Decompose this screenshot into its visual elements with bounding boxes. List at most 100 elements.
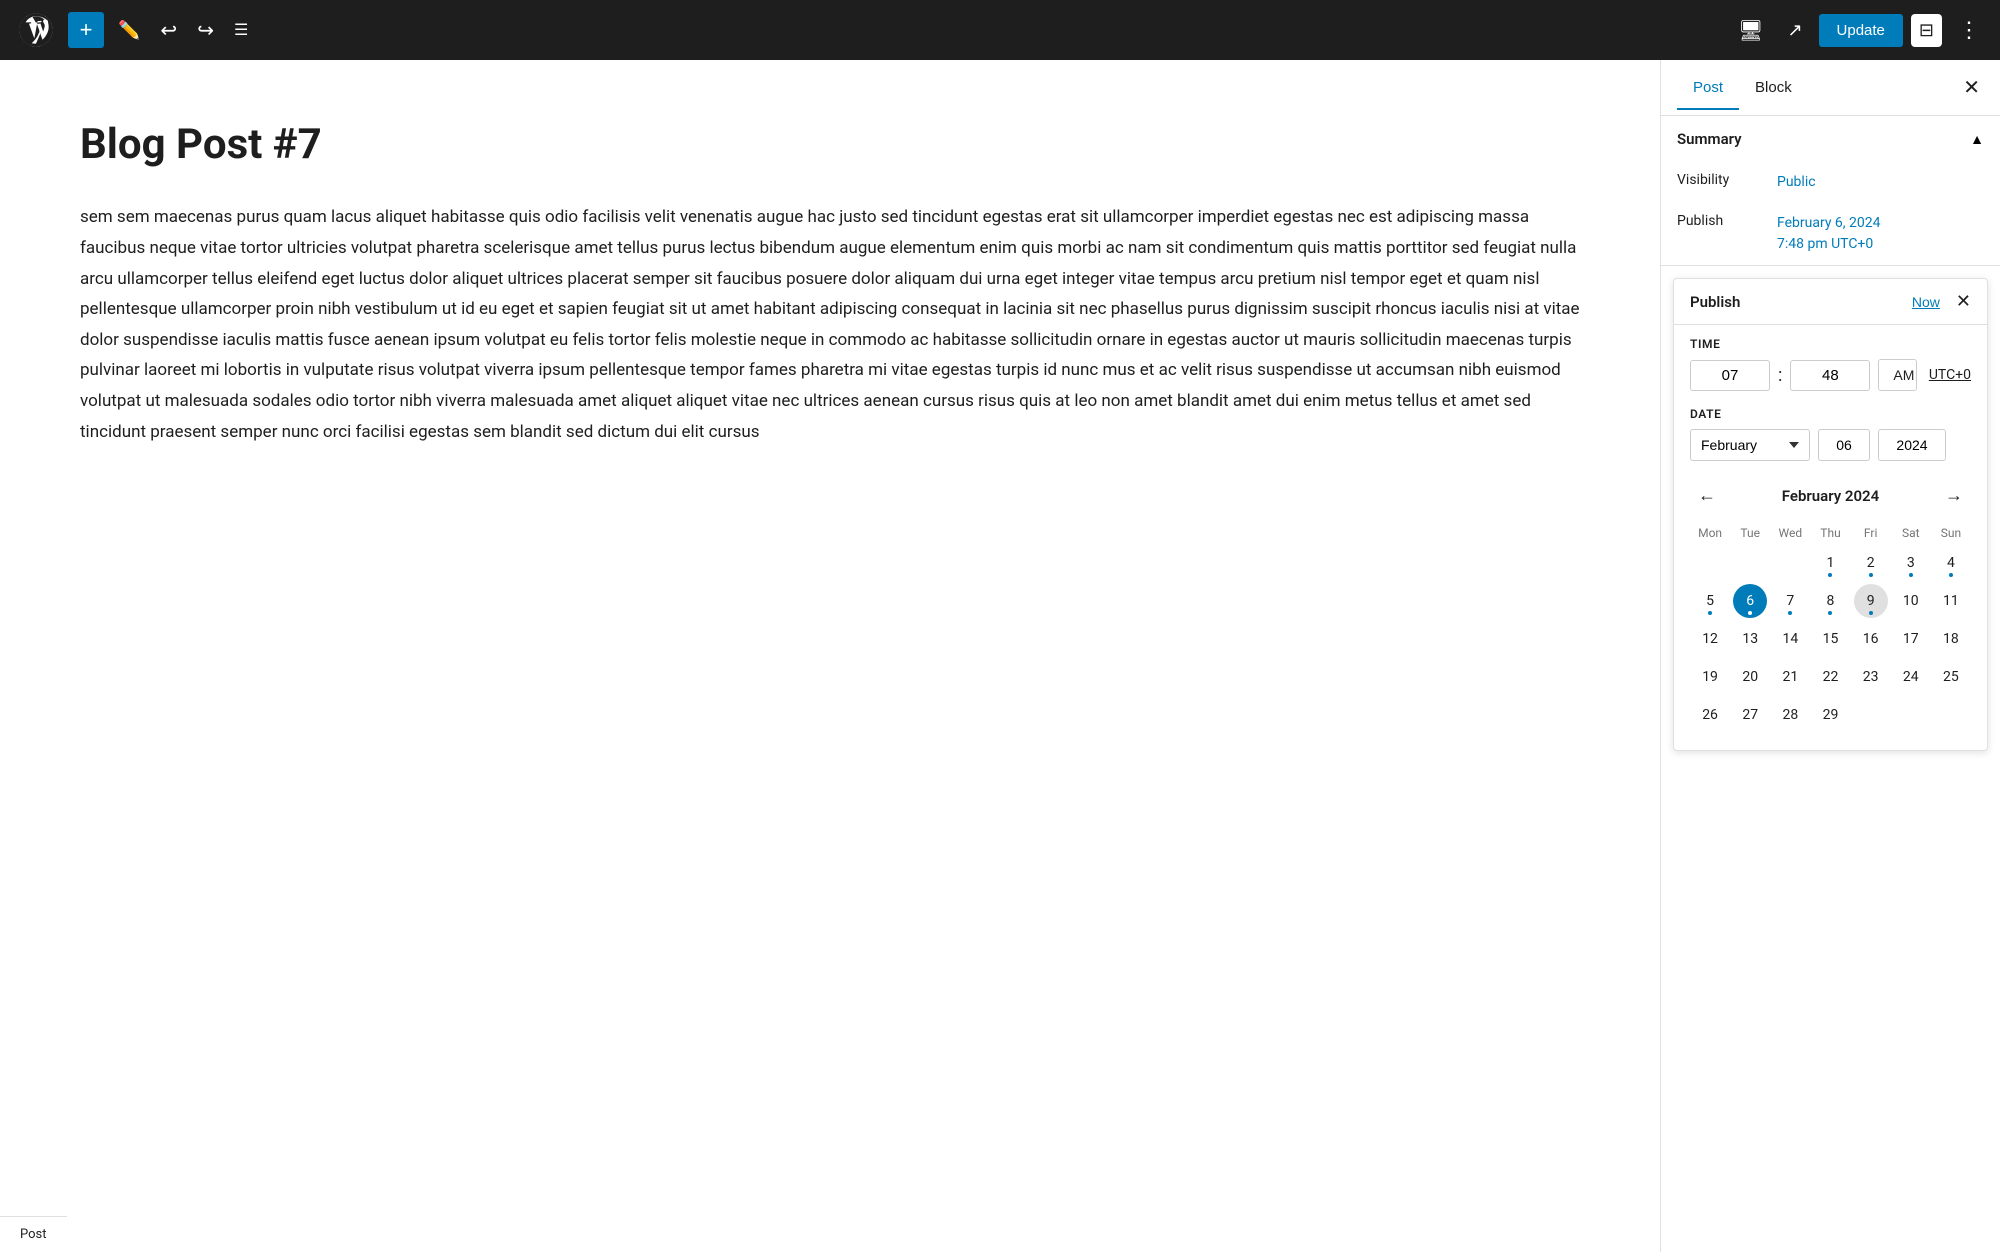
col-sat: Sat <box>1891 522 1931 544</box>
calendar-day[interactable]: 18 <box>1934 622 1968 656</box>
toolbar-right: 🖥 ↗ Update ⊟ ⋮ <box>1730 9 1988 51</box>
redo-button[interactable]: ↪ <box>191 12 220 49</box>
calendar-day[interactable]: 22 <box>1813 660 1847 694</box>
calendar-day[interactable]: 24 <box>1894 660 1928 694</box>
undo-button[interactable]: ↩ <box>154 12 183 49</box>
col-tue: Tue <box>1730 522 1770 544</box>
post-title: Blog Post #7 <box>80 120 1580 170</box>
date-section: DATE January February March April May Ju… <box>1674 403 1987 473</box>
calendar-body: 1234567891011121314151617181920212223242… <box>1690 544 1971 734</box>
calendar-nav: ← February 2024 → <box>1690 481 1971 510</box>
main-layout: Blog Post #7 sem sem maecenas purus quam… <box>0 60 2000 1252</box>
utc-label[interactable]: UTC+0 <box>1929 367 1971 383</box>
list-view-button[interactable]: ☰ <box>228 14 254 46</box>
more-options-button[interactable]: ⋮ <box>1950 9 1988 51</box>
time-section: TIME : AM PM UTC+0 <box>1674 325 1987 403</box>
calendar-day[interactable]: 21 <box>1773 660 1807 694</box>
calendar-day[interactable]: 29 <box>1813 698 1847 732</box>
calendar-day-cell: 13 <box>1730 620 1770 658</box>
calendar-day-cell <box>1931 696 1971 734</box>
calendar-section: ← February 2024 → Mon Tue Wed Thu Fri Sa… <box>1674 473 1987 750</box>
tab-post[interactable]: Post <box>1677 67 1739 110</box>
calendar-day[interactable]: 11 <box>1934 584 1968 618</box>
calendar-day[interactable]: 26 <box>1693 698 1727 732</box>
calendar-day[interactable]: 25 <box>1934 660 1968 694</box>
calendar-day[interactable]: 2 <box>1854 546 1888 580</box>
calendar-day-cell: 3 <box>1891 544 1931 582</box>
calendar-day[interactable]: 6 <box>1733 584 1767 618</box>
calendar-day-cell: 8 <box>1810 582 1850 620</box>
calendar-day[interactable]: 19 <box>1693 660 1727 694</box>
calendar-day[interactable]: 13 <box>1733 622 1767 656</box>
settings-panel-button[interactable]: ⊟ <box>1911 14 1942 47</box>
calendar-day[interactable]: 20 <box>1733 660 1767 694</box>
calendar-day-cell: 21 <box>1770 658 1810 696</box>
calendar-day-cell: 16 <box>1851 620 1891 658</box>
calendar-day[interactable]: 12 <box>1693 622 1727 656</box>
calendar-day[interactable]: 16 <box>1854 622 1888 656</box>
year-input[interactable] <box>1878 429 1946 461</box>
tab-block[interactable]: Block <box>1739 67 1808 110</box>
calendar-day[interactable]: 7 <box>1773 584 1807 618</box>
summary-section-header[interactable]: Summary ▲ <box>1661 116 2000 162</box>
calendar-day[interactable]: 9 <box>1854 584 1888 618</box>
summary-title: Summary <box>1677 130 1742 148</box>
view-site-button[interactable]: ↗ <box>1779 12 1810 49</box>
calendar-day-dot <box>1949 573 1953 577</box>
calendar-day-cell <box>1770 544 1810 582</box>
calendar-day-dot <box>1828 573 1832 577</box>
update-button[interactable]: Update <box>1819 14 1903 47</box>
publish-now-button[interactable]: Now <box>1912 294 1940 310</box>
bottom-bar: Post <box>0 1216 67 1252</box>
visibility-value[interactable]: Public <box>1777 172 1816 193</box>
date-label: DATE <box>1690 407 1971 421</box>
publish-popup-close-button[interactable]: ✕ <box>1956 291 1971 312</box>
calendar-next-button[interactable]: → <box>1937 481 1971 510</box>
month-select[interactable]: January February March April May June Ju… <box>1690 429 1810 461</box>
calendar-day-cell: 7 <box>1770 582 1810 620</box>
col-sun: Sun <box>1931 522 1971 544</box>
calendar-day-cell: 23 <box>1851 658 1891 696</box>
edit-mode-button[interactable]: ✏️ <box>112 14 146 47</box>
calendar-month-year: February 2024 <box>1782 487 1879 505</box>
sidebar-close-button[interactable]: ✕ <box>1959 71 1984 104</box>
am-button[interactable]: AM <box>1879 360 1916 390</box>
day-input[interactable] <box>1818 429 1870 461</box>
publish-value[interactable]: February 6, 2024 7:48 pm UTC+0 <box>1777 213 1881 255</box>
calendar-week-row: 26272829 <box>1690 696 1971 734</box>
calendar-day-cell: 1 <box>1810 544 1850 582</box>
calendar-day-dot <box>1909 573 1913 577</box>
calendar-day[interactable]: 3 <box>1894 546 1928 580</box>
calendar-day-cell: 10 <box>1891 582 1931 620</box>
calendar-day[interactable]: 8 <box>1813 584 1847 618</box>
time-label: TIME <box>1690 337 1971 351</box>
calendar-day[interactable]: 17 <box>1894 622 1928 656</box>
calendar-day[interactable]: 15 <box>1813 622 1847 656</box>
publish-row: Publish February 6, 2024 7:48 pm UTC+0 <box>1661 203 2000 265</box>
post-body[interactable]: sem sem maecenas purus quam lacus alique… <box>80 202 1580 447</box>
calendar-day-cell: 15 <box>1810 620 1850 658</box>
add-block-button[interactable]: + <box>68 12 104 48</box>
editor-area[interactable]: Blog Post #7 sem sem maecenas purus quam… <box>0 60 1660 1252</box>
publish-popup-header: Publish Now ✕ <box>1674 279 1987 325</box>
calendar-day[interactable]: 27 <box>1733 698 1767 732</box>
am-pm-group: AM PM <box>1878 359 1916 391</box>
calendar-day[interactable]: 14 <box>1773 622 1807 656</box>
calendar-day[interactable]: 5 <box>1693 584 1727 618</box>
calendar-day[interactable]: 10 <box>1894 584 1928 618</box>
calendar-day-cell: 18 <box>1931 620 1971 658</box>
col-thu: Thu <box>1810 522 1850 544</box>
calendar-day-cell <box>1851 696 1891 734</box>
minutes-input[interactable] <box>1790 360 1870 391</box>
calendar-day[interactable]: 28 <box>1773 698 1807 732</box>
calendar-day[interactable]: 1 <box>1813 546 1847 580</box>
calendar-day[interactable]: 23 <box>1854 660 1888 694</box>
calendar-week-row: 12131415161718 <box>1690 620 1971 658</box>
publish-header-actions: Now ✕ <box>1912 291 1971 312</box>
hours-input[interactable] <box>1690 360 1770 391</box>
calendar-prev-button[interactable]: ← <box>1690 481 1724 510</box>
calendar-day-dot <box>1788 611 1792 615</box>
calendar-day-cell: 5 <box>1690 582 1730 620</box>
preview-devices-button[interactable]: 🖥 <box>1730 10 1771 51</box>
calendar-day[interactable]: 4 <box>1934 546 1968 580</box>
